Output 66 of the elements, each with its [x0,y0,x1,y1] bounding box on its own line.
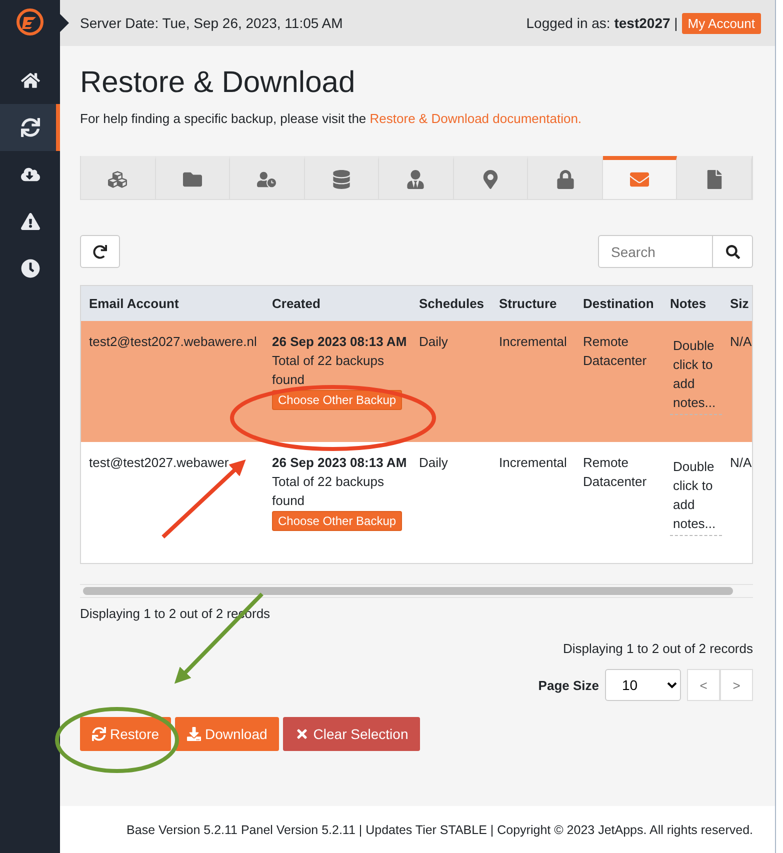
sync-icon [92,727,106,741]
table-cell-text: Remote Datacenter [583,454,648,491]
search-button[interactable] [713,235,753,268]
restore-button[interactable]: Restore [80,717,172,751]
column-header: Notes [662,286,722,321]
folder-icon [182,170,202,189]
help-text: For help finding a specific backup, please visit the Restore & Download documentation. [80,111,583,126]
column-header: Created [264,286,411,321]
database-icon [332,170,351,189]
cubes-icon [108,170,128,189]
file-icon [704,170,724,189]
refresh-icon [93,244,107,258]
search-icon [726,244,740,258]
cloud-download-icon [20,165,40,184]
column-header: Schedules [411,286,491,321]
table-cell-text: test@test2027.webawer [89,454,230,472]
download-button[interactable]: Download [175,717,280,751]
table-cell-text: N/A [730,333,752,351]
documentation-link[interactable]: Restore & Download documentation. [370,111,582,126]
table-cell-text: N/A [730,454,752,472]
backup-count: Total of 22 backups found [272,473,386,510]
server-date: Server Date: Tue, Sep 26, 2023, 11:05 AM [80,15,343,31]
notes-field[interactable]: Double click to add notes... [670,457,722,536]
column-header: Structure [491,286,575,321]
choose-backup-button[interactable]: Choose Other Backup [272,511,402,531]
created-date: 26 Sep 2023 08:13 AM [272,454,408,472]
notes-field[interactable]: Double click to add notes... [670,336,722,415]
logged-in-text: Logged in as: test2027 | [526,15,678,31]
tab[interactable] [602,156,678,199]
scrollbar[interactable] [80,584,753,598]
sync-icon [20,118,40,137]
table-cell-text: Incremental [499,454,568,472]
table-cell-text: test2@test2027.webawere.nl [89,333,258,351]
column-header: Destination [575,286,662,321]
close-icon [295,727,310,741]
clear-button[interactable]: Clear Selection [283,717,420,751]
lock-icon [556,170,575,189]
home-icon [20,71,40,90]
table-cell-text: Daily [419,454,449,472]
logo-icon [16,8,44,36]
download-icon [187,727,202,741]
user-icon [406,170,426,189]
footer-text: Base Version 5.2.11 Panel Version 5.2.11 | Updates Tier STABLE | Copyright © 2023 JetApps. All rights reserved. [126,822,753,836]
clock-icon [20,259,40,278]
page-size-select[interactable]: 10 [605,669,681,701]
page-title: Restore & Download [80,66,356,99]
page-size-label: Page Size [538,678,599,692]
previous-button[interactable]: < [687,669,720,701]
column-header: Email Account [81,286,264,321]
next-button[interactable]: > [720,669,753,701]
records-text: Displaying 1 to 2 out of 2 records [562,641,753,656]
refresh-button[interactable] [80,235,120,268]
map-pin-icon [481,170,500,189]
backup-count: Total of 22 backups found [272,352,386,389]
sidebar-item[interactable] [0,104,60,151]
table-cell-text: Daily [419,333,449,351]
created-date: 26 Sep 2023 08:13 AM [272,333,408,351]
column-header: Siz [722,286,752,321]
choose-backup-button[interactable]: Choose Other Backup [272,390,402,410]
my-account-button[interactable]: My Account [682,12,761,34]
table-cell-text: Incremental [499,333,568,351]
user-clock-icon [257,170,276,189]
envelope-icon [630,170,650,189]
warning-icon [20,212,40,231]
search-field[interactable]: Search [598,235,713,268]
table-cell-text: Remote Datacenter [583,333,648,370]
